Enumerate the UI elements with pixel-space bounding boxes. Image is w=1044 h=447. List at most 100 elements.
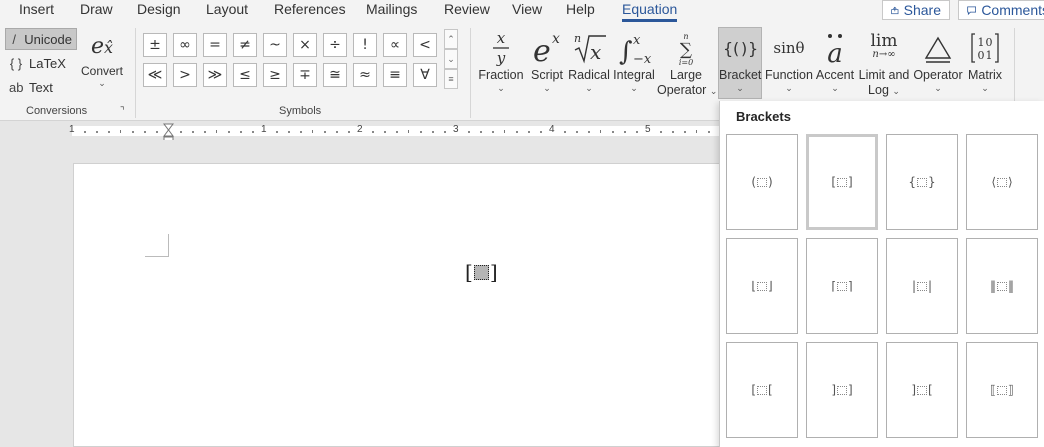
bracket-option[interactable]: [] — [806, 134, 878, 230]
symbol-button[interactable]: ≪ — [143, 63, 167, 87]
bracket-option-glyph: ][ — [911, 383, 932, 397]
comments-button[interactable]: Comments — [958, 0, 1044, 20]
svg-text:(: ( — [733, 39, 739, 58]
symbol-button[interactable]: ∀ — [413, 63, 437, 87]
gallery-scroll-down-icon[interactable]: ⌄ — [444, 49, 458, 69]
bracket-option[interactable]: {} — [886, 134, 958, 230]
symbol-button[interactable]: ≅ — [323, 63, 347, 87]
unicode-button[interactable]: / Unicode — [5, 28, 77, 50]
bracket-option[interactable]: ⌊ ⌋ — [726, 238, 798, 334]
symbol-button[interactable]: > — [173, 63, 197, 87]
tab-layout[interactable]: Layout — [206, 1, 248, 17]
bracket-right: ] — [848, 175, 853, 189]
equation-placeholder[interactable]: [ ] — [465, 260, 498, 284]
share-button[interactable]: Share — [882, 0, 950, 20]
ruler-dot — [528, 131, 530, 133]
symbol-button[interactable]: ~ — [263, 33, 287, 57]
group-divider — [135, 28, 136, 118]
radical-button[interactable]: nx Radical ⌄ — [568, 28, 610, 94]
placeholder-box — [837, 281, 847, 291]
ruler-dot — [396, 131, 398, 133]
comments-label: Comments — [981, 2, 1044, 18]
gallery-scroll-up-icon[interactable]: ⌃ — [444, 29, 458, 49]
ruler-dot — [684, 131, 686, 133]
tab-references[interactable]: References — [274, 1, 346, 17]
accent-button[interactable]: a Accent ⌄ — [814, 28, 856, 94]
ruler-dot — [180, 131, 182, 133]
symbol-button[interactable]: × — [293, 33, 317, 57]
symbol-button[interactable]: < — [413, 33, 437, 57]
bracket-option[interactable]: | | — [886, 238, 958, 334]
tab-mailings[interactable]: Mailings — [366, 1, 417, 17]
ruler-dot — [372, 131, 374, 133]
fraction-button[interactable]: xy Fraction ⌄ — [478, 28, 524, 94]
ruler-tick — [600, 130, 601, 133]
symbol-button[interactable]: ÷ — [323, 33, 347, 57]
equation-input-box[interactable] — [473, 264, 489, 280]
symbol-button[interactable]: ∓ — [293, 63, 317, 87]
bracket-option[interactable]: ⌈ ⌉ — [806, 238, 878, 334]
script-button[interactable]: ex Script ⌄ — [527, 28, 567, 94]
tab-design[interactable]: Design — [137, 1, 181, 17]
conversions-group-label: Conversions — [26, 105, 88, 117]
ruler-dot — [300, 131, 302, 133]
gallery-more-icon[interactable]: ≡ — [444, 69, 458, 89]
accent-label: Accent — [815, 68, 855, 82]
placeholder-box — [997, 177, 1007, 187]
symbol-button[interactable]: ± — [143, 33, 167, 57]
limit-and-log-button[interactable]: lim n→∞ Limit and Log ⌄ — [857, 28, 911, 99]
dialog-launcher-icon[interactable]: ⌝ — [120, 106, 125, 117]
operator-button[interactable]: Operator ⌄ — [912, 28, 964, 94]
svg-text:∫: ∫ — [619, 37, 633, 66]
symbol-button[interactable]: ∝ — [383, 33, 407, 57]
document-page[interactable] — [73, 163, 733, 447]
tab-equation[interactable]: Equation — [622, 1, 678, 22]
chevron-down-icon: ⌄ — [543, 83, 551, 93]
symbol-button[interactable]: ≡ — [383, 63, 407, 87]
symbol-button[interactable]: ≥ — [263, 63, 287, 87]
ruler-number: 3 — [453, 124, 459, 135]
ruler-dot — [432, 131, 434, 133]
bracket-option-glyph: [[ — [751, 383, 772, 397]
symbol-button[interactable]: ≫ — [203, 63, 227, 87]
tab-insert[interactable]: Insert — [19, 1, 54, 17]
symbol-button[interactable]: ! — [353, 33, 377, 57]
tab-help[interactable]: Help — [566, 1, 595, 17]
tab-draw[interactable]: Draw — [80, 1, 113, 17]
latex-button[interactable]: { } LaTeX — [5, 52, 70, 74]
matrix-button[interactable]: 1001 Matrix ⌄ — [964, 28, 1006, 94]
bracket-option[interactable]: ]] — [806, 342, 878, 438]
convert-button[interactable]: ex̂ Convert ⌄ — [79, 30, 125, 89]
bracket-option[interactable]: ⟦ ⟧ — [966, 342, 1038, 438]
bracket-option[interactable]: ⟨ ⟩ — [966, 134, 1038, 230]
symbol-button[interactable]: ∞ — [173, 33, 197, 57]
symbol-button[interactable]: ≤ — [233, 63, 257, 87]
large-operator-button[interactable]: n ∑ i=0 Large Operator ⌄ — [657, 28, 717, 99]
ruler-dot — [540, 131, 542, 133]
symbol-button[interactable]: ≠ — [233, 33, 257, 57]
latex-label: LaTeX — [29, 55, 66, 71]
bracket-option[interactable]: ‖ ‖ — [966, 238, 1038, 334]
bracket-option[interactable]: ][ — [886, 342, 958, 438]
symbol-button[interactable]: ≈ — [353, 63, 377, 87]
ruler-tick — [408, 130, 409, 133]
ruler-dot — [192, 131, 194, 133]
bracket-option[interactable]: [[ — [726, 342, 798, 438]
ruler-dot — [348, 131, 350, 133]
ruler-number: 4 — [549, 124, 555, 135]
bracket-left: [ — [831, 175, 836, 189]
placeholder-box — [917, 385, 927, 395]
chevron-down-icon: ⌄ — [98, 78, 106, 88]
function-button[interactable]: sinθ Function ⌄ — [764, 28, 814, 94]
bracket-option[interactable]: () — [726, 134, 798, 230]
text-button[interactable]: ab Text — [5, 76, 57, 98]
ruler-dot — [240, 131, 242, 133]
share-label: Share — [903, 2, 941, 18]
bracket-button[interactable]: {()} Bracket ⌄ — [718, 27, 762, 99]
tab-view[interactable]: View — [512, 1, 542, 17]
symbol-button[interactable]: = — [203, 33, 227, 57]
ruler-dot — [624, 131, 626, 133]
bracket-option-glyph: ]] — [831, 383, 852, 397]
tab-review[interactable]: Review — [444, 1, 490, 17]
integral-button[interactable]: ∫ x −x Integral ⌄ — [611, 28, 657, 94]
